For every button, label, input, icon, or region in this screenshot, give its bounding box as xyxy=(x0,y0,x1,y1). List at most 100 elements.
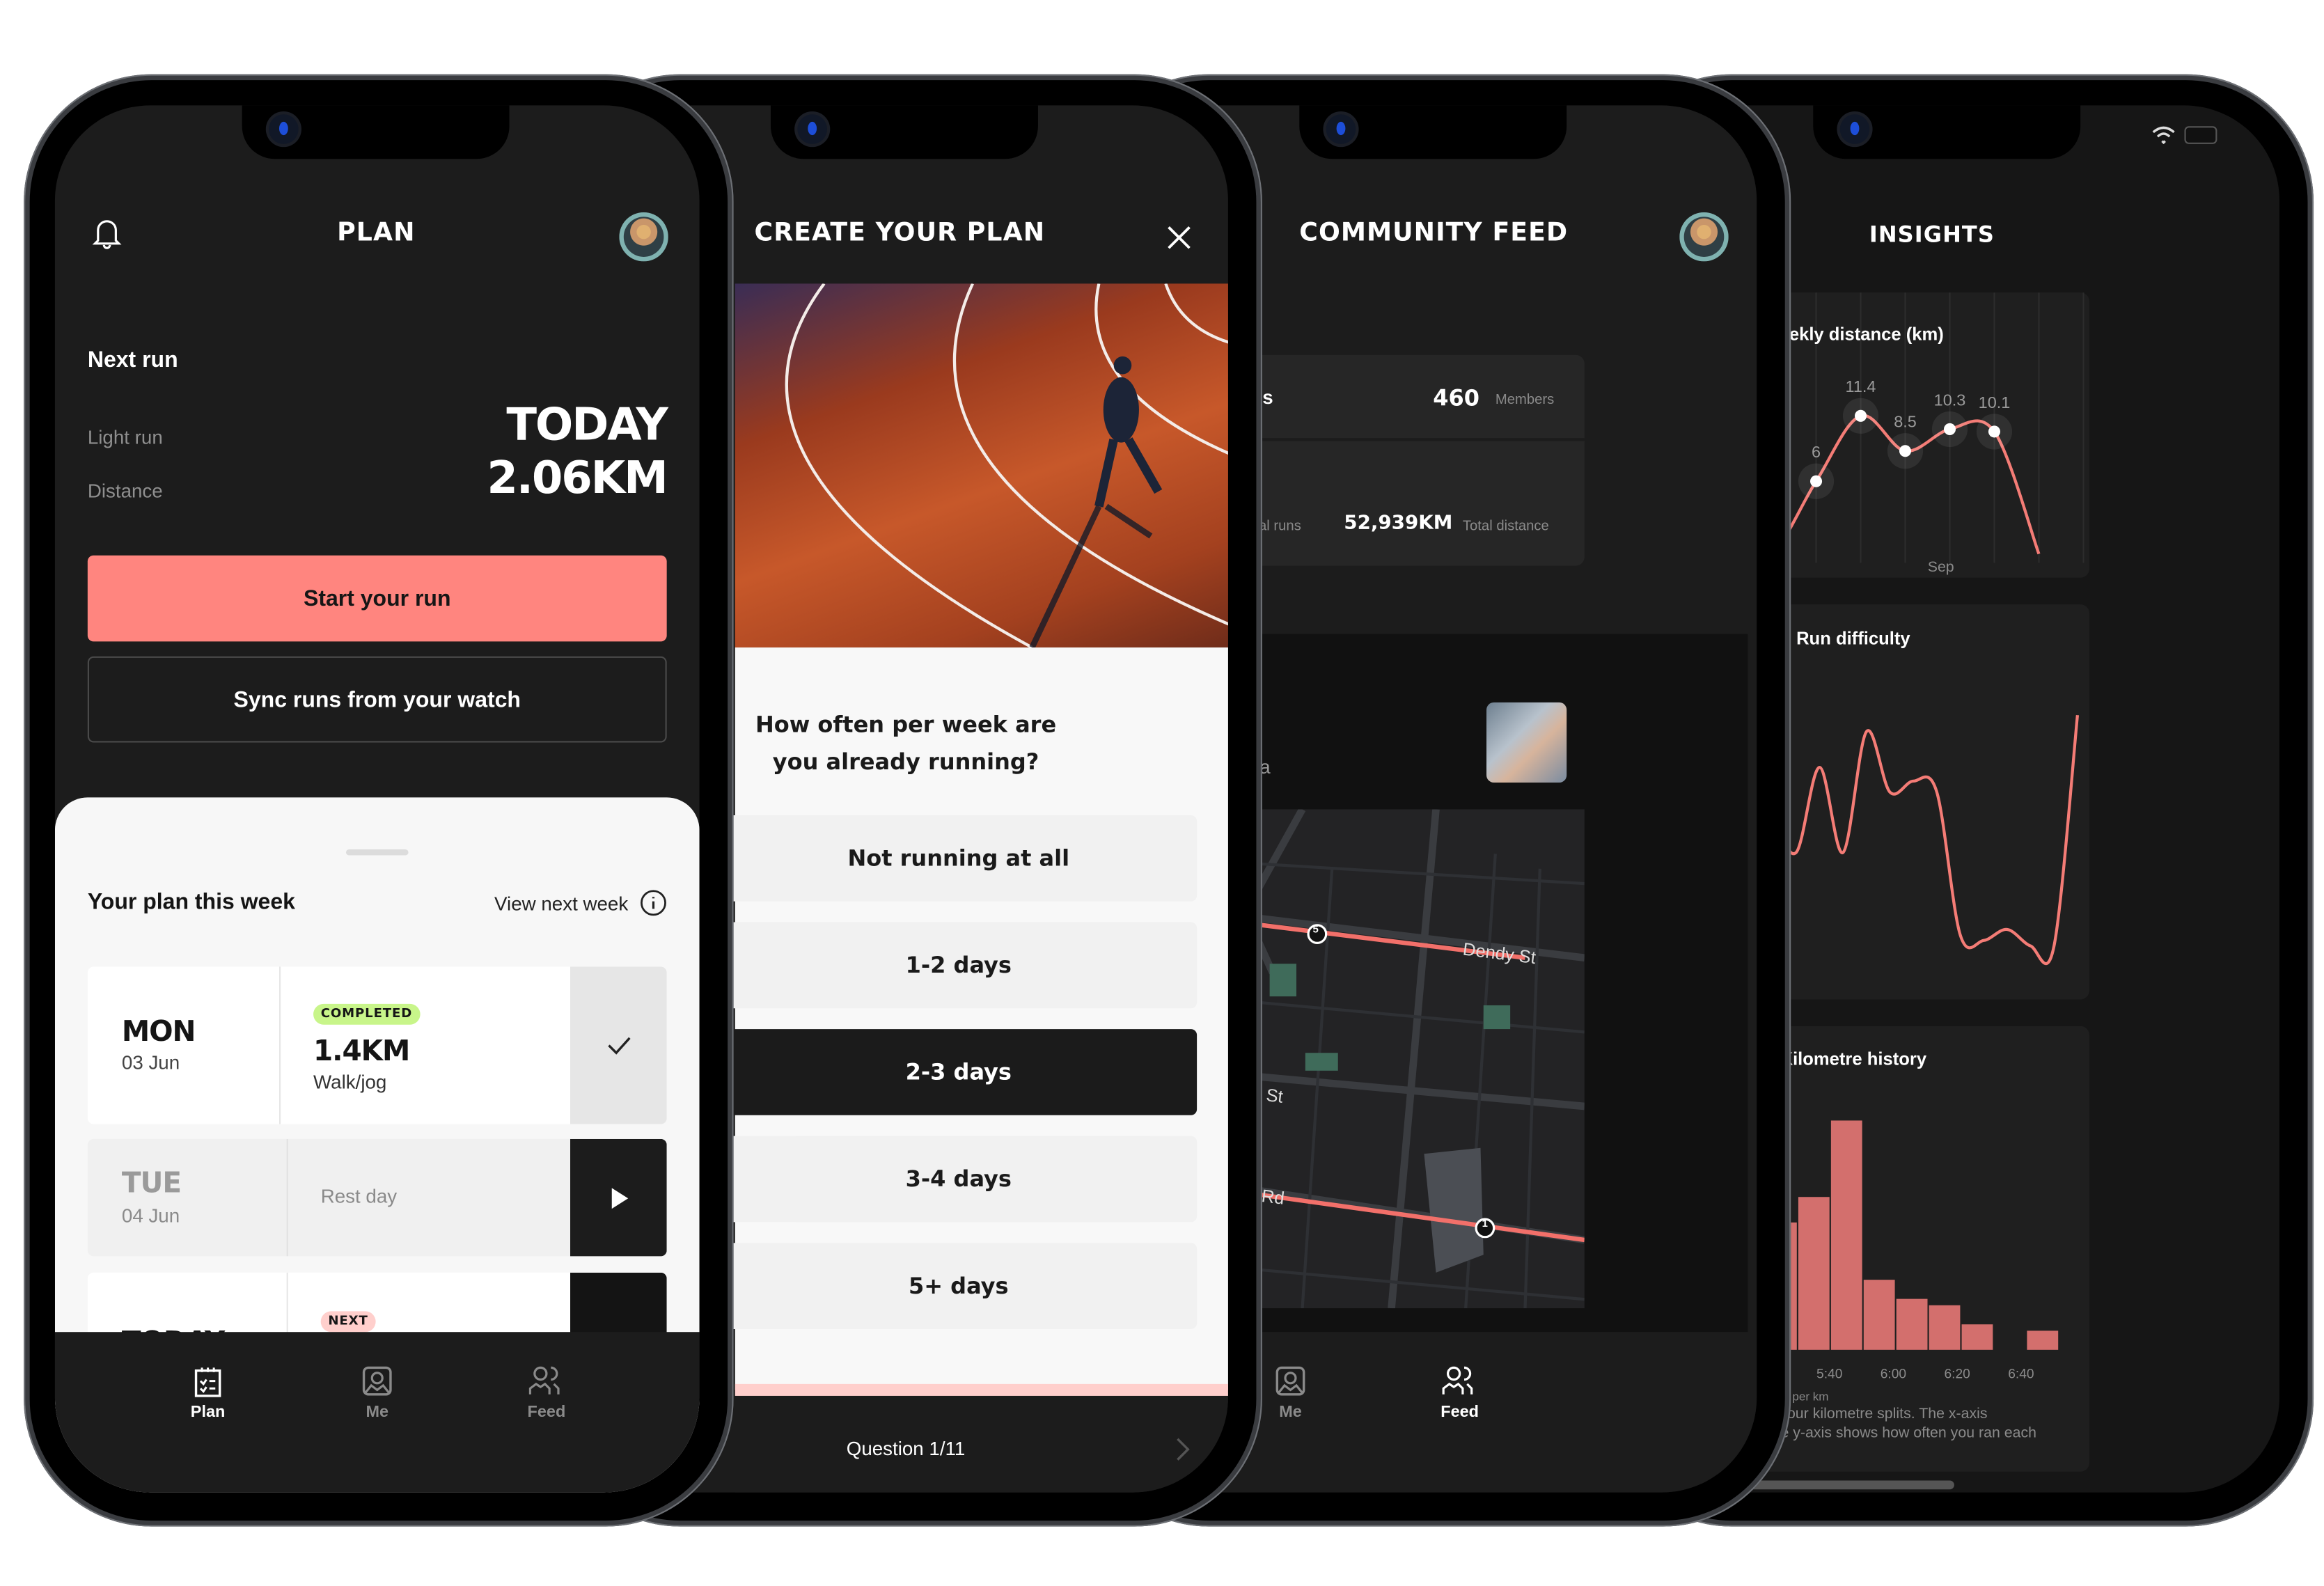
status-icons xyxy=(2152,126,2217,144)
distance-label: Distance xyxy=(87,479,163,502)
info-icon[interactable] xyxy=(640,890,666,916)
profile-icon xyxy=(362,1366,392,1396)
histogram-bar[interactable] xyxy=(2027,1330,2059,1350)
day-name: MON xyxy=(121,1015,196,1049)
day-date: 04 Jun xyxy=(121,1204,180,1227)
view-next-week-link[interactable]: View next week xyxy=(494,890,667,916)
histogram-bar[interactable] xyxy=(1798,1197,1830,1350)
sync-watch-button[interactable]: Sync runs from your watch xyxy=(87,656,667,743)
histogram-bar[interactable] xyxy=(1929,1305,1961,1350)
avatar[interactable] xyxy=(619,212,668,262)
tab-label: Me xyxy=(366,1403,389,1422)
post-photo[interactable] xyxy=(1486,702,1567,783)
check-icon xyxy=(607,1037,630,1055)
data-point[interactable] xyxy=(1988,425,2001,438)
view-next-week-label: View next week xyxy=(494,891,629,914)
page-title: INSIGHTS xyxy=(1869,221,1995,249)
community-icon xyxy=(528,1366,560,1395)
close-icon[interactable] xyxy=(1165,224,1192,251)
x-tick-label: 5:40 xyxy=(1816,1367,1842,1381)
day-card-tue[interactable]: TUE 04 Jun Rest day xyxy=(87,1138,667,1257)
x-tick-label: 6:00 xyxy=(1881,1367,1906,1381)
mockup-stage: INSIGHTS 1.45611.48.510.310.1AugSep Week… xyxy=(0,0,2324,1586)
hero-track-image xyxy=(735,283,1228,647)
tab-feed[interactable]: Feed xyxy=(502,1365,591,1421)
tab-me[interactable]: Me xyxy=(333,1365,422,1421)
x-tick-label: 6:20 xyxy=(1944,1367,1970,1381)
start-run-button[interactable]: Start your run xyxy=(87,555,667,642)
day-date: 03 Jun xyxy=(121,1051,180,1074)
tab-plan[interactable]: Plan xyxy=(164,1365,253,1421)
completed-action[interactable] xyxy=(570,966,667,1124)
plan-calendar-icon xyxy=(194,1367,221,1397)
bell-icon[interactable] xyxy=(91,215,123,251)
histogram-bar[interactable] xyxy=(1830,1120,1862,1350)
option-3-4-days[interactable]: 3-4 days xyxy=(720,1136,1198,1223)
tab-label: Me xyxy=(1279,1403,1302,1422)
day-distance: 1.4KM xyxy=(313,1035,410,1068)
page-title: COMMUNITY FEED xyxy=(1299,218,1569,249)
camera-icon xyxy=(269,114,299,144)
point-label: 6 xyxy=(1812,443,1821,461)
tab-feed[interactable]: Feed xyxy=(1415,1365,1505,1421)
total-distance-value: 52,939KM xyxy=(1344,512,1453,535)
map-marker-1: 1 xyxy=(1482,1219,1488,1230)
wifi-icon xyxy=(2152,126,2175,144)
camera-icon xyxy=(1839,114,1870,144)
progress-track xyxy=(735,1383,1228,1396)
community-icon xyxy=(1442,1366,1473,1395)
page-title: CREATE YOUR PLAN xyxy=(754,218,1046,249)
next-run-day: TODAY xyxy=(506,399,668,452)
histogram-bar[interactable] xyxy=(1863,1280,1895,1350)
data-point[interactable] xyxy=(1854,409,1867,422)
question-text: How often per week are you already runni… xyxy=(735,707,1077,781)
completed-badge: COMPLETED xyxy=(313,1003,420,1025)
tab-label: Feed xyxy=(1440,1403,1479,1422)
next-run-heading: Next run xyxy=(87,347,178,373)
map-marker-5: 5 xyxy=(1312,925,1319,936)
members-label: Members xyxy=(1495,392,1555,409)
camera-icon xyxy=(1326,114,1356,144)
tab-bar: Plan Me Feed xyxy=(54,1332,700,1493)
next-run-distance: 2.06KM xyxy=(487,453,668,505)
data-point[interactable] xyxy=(1943,423,1956,435)
sheet-handle[interactable] xyxy=(345,849,409,856)
question-line: How often per week are xyxy=(755,711,1057,739)
point-label: 11.4 xyxy=(1846,377,1876,395)
tab-label: Plan xyxy=(190,1403,226,1422)
data-point[interactable] xyxy=(1899,445,1912,457)
chevron-right-icon[interactable] xyxy=(1175,1438,1193,1461)
play-icon xyxy=(611,1187,628,1209)
page-title: PLAN xyxy=(337,218,416,249)
total-distance-label: Total distance xyxy=(1462,518,1549,535)
next-badge: NEXT xyxy=(320,1311,376,1333)
x-tick-label: 6:40 xyxy=(2008,1367,2034,1381)
day-kind: Walk/jog xyxy=(313,1070,387,1093)
day-card-mon[interactable]: MON 03 Jun COMPLETED 1.4KM Walk/jog xyxy=(87,966,667,1124)
point-label: 10.1 xyxy=(1979,393,2011,411)
day-kind: Rest day xyxy=(320,1185,398,1208)
option-5-plus-days[interactable]: 5+ days xyxy=(720,1243,1198,1329)
week-heading: Your plan this week xyxy=(87,889,295,915)
question-footer: Question 1/11 xyxy=(735,1397,1228,1493)
x-tick-label: Sep xyxy=(1928,558,1954,575)
option-2-3-days[interactable]: 2-3 days xyxy=(720,1029,1198,1115)
day-name: TUE xyxy=(121,1167,182,1200)
question-line: you already running? xyxy=(772,748,1039,776)
members-count: 460 xyxy=(1433,384,1480,411)
avatar[interactable] xyxy=(1679,212,1729,262)
question-area: How often per week are you already runni… xyxy=(720,647,1228,1396)
profile-icon xyxy=(1275,1366,1305,1396)
option-not-running[interactable]: Not running at all xyxy=(720,815,1198,902)
data-point[interactable] xyxy=(1810,475,1823,487)
histogram-bar[interactable] xyxy=(1961,1324,1993,1350)
run-type-label: Light run xyxy=(87,426,163,449)
play-action[interactable] xyxy=(570,1138,667,1257)
histogram-bar[interactable] xyxy=(1896,1298,1928,1350)
point-label: 8.5 xyxy=(1894,413,1917,431)
camera-icon xyxy=(797,114,828,144)
point-label: 10.3 xyxy=(1934,391,1966,409)
option-1-2-days[interactable]: 1-2 days xyxy=(720,922,1198,1009)
phone-plan: PLAN Next run Light run Distance TODAY 2… xyxy=(24,74,734,1527)
question-progress: Question 1/11 xyxy=(846,1437,966,1460)
